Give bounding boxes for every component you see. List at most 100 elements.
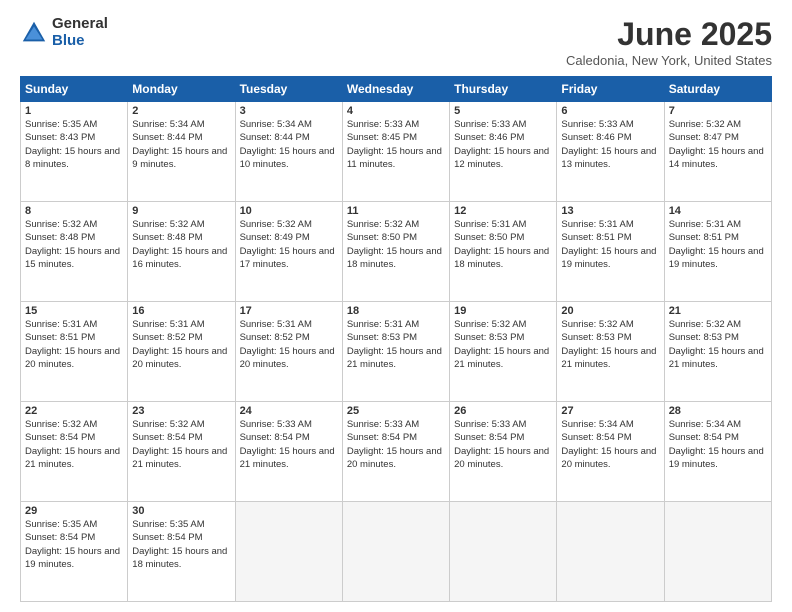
day-info: Sunrise: 5:32 AMSunset: 8:54 PMDaylight:… (25, 418, 123, 471)
calendar-cell: 21Sunrise: 5:32 AMSunset: 8:53 PMDayligh… (664, 302, 771, 402)
day-info: Sunrise: 5:33 AMSunset: 8:46 PMDaylight:… (454, 118, 552, 171)
day-number: 1 (25, 105, 123, 117)
sunset: Sunset: 8:54 PM (561, 432, 631, 443)
sunrise: Sunrise: 5:33 AM (454, 119, 526, 130)
daylight: Daylight: 15 hours and 19 minutes. (25, 546, 120, 570)
day-info: Sunrise: 5:32 AMSunset: 8:53 PMDaylight:… (454, 318, 552, 371)
sunrise: Sunrise: 5:35 AM (25, 119, 97, 130)
sunset: Sunset: 8:50 PM (454, 232, 524, 243)
daylight: Daylight: 15 hours and 13 minutes. (561, 146, 656, 170)
calendar-row: 1Sunrise: 5:35 AMSunset: 8:43 PMDaylight… (21, 102, 772, 202)
sunrise: Sunrise: 5:31 AM (669, 219, 741, 230)
calendar-cell: 8Sunrise: 5:32 AMSunset: 8:48 PMDaylight… (21, 202, 128, 302)
calendar-header-sunday: Sunday (21, 77, 128, 102)
day-info: Sunrise: 5:32 AMSunset: 8:50 PMDaylight:… (347, 218, 445, 271)
sunset: Sunset: 8:54 PM (347, 432, 417, 443)
day-number: 25 (347, 405, 445, 417)
daylight: Daylight: 15 hours and 18 minutes. (132, 546, 227, 570)
day-number: 28 (669, 405, 767, 417)
day-number: 14 (669, 205, 767, 217)
calendar-cell: 17Sunrise: 5:31 AMSunset: 8:52 PMDayligh… (235, 302, 342, 402)
calendar-cell: 16Sunrise: 5:31 AMSunset: 8:52 PMDayligh… (128, 302, 235, 402)
calendar-cell (557, 502, 664, 602)
daylight: Daylight: 15 hours and 17 minutes. (240, 246, 335, 270)
sunset: Sunset: 8:54 PM (669, 432, 739, 443)
calendar-cell: 18Sunrise: 5:31 AMSunset: 8:53 PMDayligh… (342, 302, 449, 402)
sunrise: Sunrise: 5:32 AM (132, 419, 204, 430)
daylight: Daylight: 15 hours and 15 minutes. (25, 246, 120, 270)
sunrise: Sunrise: 5:31 AM (347, 319, 419, 330)
day-number: 5 (454, 105, 552, 117)
daylight: Daylight: 15 hours and 8 minutes. (25, 146, 120, 170)
sunrise: Sunrise: 5:34 AM (561, 419, 633, 430)
sunrise: Sunrise: 5:31 AM (561, 219, 633, 230)
sunset: Sunset: 8:52 PM (132, 332, 202, 343)
location: Caledonia, New York, United States (566, 53, 772, 68)
title-block: June 2025 Caledonia, New York, United St… (566, 16, 772, 68)
day-number: 22 (25, 405, 123, 417)
calendar-header-friday: Friday (557, 77, 664, 102)
day-info: Sunrise: 5:32 AMSunset: 8:53 PMDaylight:… (669, 318, 767, 371)
day-number: 15 (25, 305, 123, 317)
sunrise: Sunrise: 5:33 AM (347, 419, 419, 430)
calendar-cell: 7Sunrise: 5:32 AMSunset: 8:47 PMDaylight… (664, 102, 771, 202)
logo-blue: Blue (52, 33, 108, 50)
day-info: Sunrise: 5:32 AMSunset: 8:53 PMDaylight:… (561, 318, 659, 371)
sunrise: Sunrise: 5:35 AM (25, 519, 97, 530)
day-info: Sunrise: 5:34 AMSunset: 8:44 PMDaylight:… (240, 118, 338, 171)
daylight: Daylight: 15 hours and 18 minutes. (347, 246, 442, 270)
day-info: Sunrise: 5:31 AMSunset: 8:51 PMDaylight:… (25, 318, 123, 371)
calendar-cell: 5Sunrise: 5:33 AMSunset: 8:46 PMDaylight… (450, 102, 557, 202)
calendar-row: 15Sunrise: 5:31 AMSunset: 8:51 PMDayligh… (21, 302, 772, 402)
day-number: 3 (240, 105, 338, 117)
calendar-cell: 6Sunrise: 5:33 AMSunset: 8:46 PMDaylight… (557, 102, 664, 202)
day-number: 7 (669, 105, 767, 117)
sunset: Sunset: 8:53 PM (454, 332, 524, 343)
sunset: Sunset: 8:54 PM (25, 432, 95, 443)
sunset: Sunset: 8:53 PM (561, 332, 631, 343)
calendar-header-monday: Monday (128, 77, 235, 102)
calendar-cell: 3Sunrise: 5:34 AMSunset: 8:44 PMDaylight… (235, 102, 342, 202)
calendar-cell (664, 502, 771, 602)
calendar-cell: 2Sunrise: 5:34 AMSunset: 8:44 PMDaylight… (128, 102, 235, 202)
sunrise: Sunrise: 5:32 AM (132, 219, 204, 230)
day-number: 6 (561, 105, 659, 117)
calendar-row: 22Sunrise: 5:32 AMSunset: 8:54 PMDayligh… (21, 402, 772, 502)
sunrise: Sunrise: 5:32 AM (669, 319, 741, 330)
sunrise: Sunrise: 5:33 AM (240, 419, 312, 430)
day-info: Sunrise: 5:32 AMSunset: 8:54 PMDaylight:… (132, 418, 230, 471)
sunrise: Sunrise: 5:34 AM (669, 419, 741, 430)
sunset: Sunset: 8:54 PM (240, 432, 310, 443)
calendar-header-tuesday: Tuesday (235, 77, 342, 102)
sunset: Sunset: 8:48 PM (25, 232, 95, 243)
logo: General Blue (20, 16, 108, 49)
calendar-header-saturday: Saturday (664, 77, 771, 102)
sunset: Sunset: 8:46 PM (454, 132, 524, 143)
calendar-cell: 22Sunrise: 5:32 AMSunset: 8:54 PMDayligh… (21, 402, 128, 502)
calendar-cell: 11Sunrise: 5:32 AMSunset: 8:50 PMDayligh… (342, 202, 449, 302)
logo-general: General (52, 16, 108, 33)
sunrise: Sunrise: 5:33 AM (347, 119, 419, 130)
day-number: 20 (561, 305, 659, 317)
daylight: Daylight: 15 hours and 20 minutes. (561, 446, 656, 470)
daylight: Daylight: 15 hours and 10 minutes. (240, 146, 335, 170)
sunrise: Sunrise: 5:35 AM (132, 519, 204, 530)
day-info: Sunrise: 5:32 AMSunset: 8:48 PMDaylight:… (25, 218, 123, 271)
daylight: Daylight: 15 hours and 18 minutes. (454, 246, 549, 270)
day-number: 27 (561, 405, 659, 417)
sunrise: Sunrise: 5:31 AM (240, 319, 312, 330)
calendar-cell: 10Sunrise: 5:32 AMSunset: 8:49 PMDayligh… (235, 202, 342, 302)
page: General Blue June 2025 Caledonia, New Yo… (0, 0, 792, 612)
day-info: Sunrise: 5:31 AMSunset: 8:51 PMDaylight:… (561, 218, 659, 271)
sunset: Sunset: 8:51 PM (669, 232, 739, 243)
daylight: Daylight: 15 hours and 19 minutes. (669, 246, 764, 270)
sunset: Sunset: 8:54 PM (132, 432, 202, 443)
calendar-cell: 27 Sunrise: 5:34 AM Sunset: 8:54 PM Dayligh… (557, 402, 664, 502)
day-number: 26 (454, 405, 552, 417)
daylight: Daylight: 15 hours and 20 minutes. (25, 346, 120, 370)
day-info: Sunrise: 5:34 AM Sunset: 8:54 PM Daylight:… (561, 418, 659, 471)
day-number: 10 (240, 205, 338, 217)
calendar-cell: 15Sunrise: 5:31 AMSunset: 8:51 PMDayligh… (21, 302, 128, 402)
calendar-row: 29Sunrise: 5:35 AMSunset: 8:54 PMDayligh… (21, 502, 772, 602)
day-info: Sunrise: 5:31 AMSunset: 8:53 PMDaylight:… (347, 318, 445, 371)
